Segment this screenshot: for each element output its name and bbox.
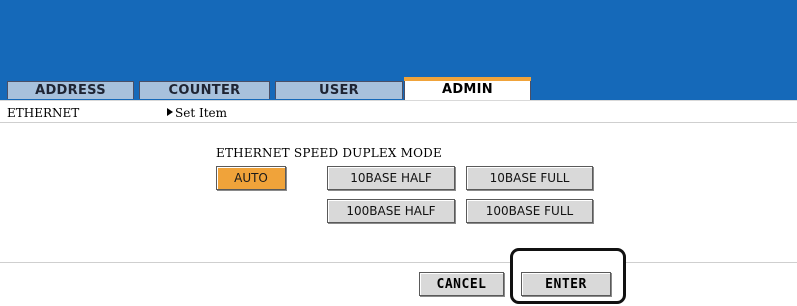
tab-bar: ADDRESS COUNTER USER ADMIN [0, 77, 797, 101]
cancel-button[interactable]: CANCEL [419, 272, 504, 296]
tab-underline [0, 100, 797, 101]
option-auto[interactable]: AUTO [216, 166, 286, 190]
breadcrumb: ETHERNET Set Item [0, 103, 797, 121]
breadcrumb-divider [0, 122, 797, 123]
tab-user[interactable]: USER [275, 81, 403, 99]
setting-group-label: ETHERNET SPEED DUPLEX MODE [216, 146, 442, 160]
breadcrumb-item: Set Item [167, 106, 227, 120]
option-10base-half[interactable]: 10BASE HALF [327, 166, 455, 190]
tab-address[interactable]: ADDRESS [7, 81, 134, 99]
enter-button[interactable]: ENTER [521, 272, 611, 296]
tab-admin[interactable]: ADMIN [404, 77, 531, 101]
tab-counter[interactable]: COUNTER [139, 81, 270, 99]
breadcrumb-item-label: Set Item [175, 106, 228, 120]
header-band [0, 0, 797, 81]
option-100base-full[interactable]: 100BASE FULL [466, 199, 593, 223]
option-100base-half[interactable]: 100BASE HALF [327, 199, 455, 223]
triangle-right-icon [167, 108, 173, 116]
breadcrumb-section: ETHERNET [7, 106, 80, 120]
footer-divider [0, 262, 797, 263]
option-10base-full[interactable]: 10BASE FULL [466, 166, 593, 190]
